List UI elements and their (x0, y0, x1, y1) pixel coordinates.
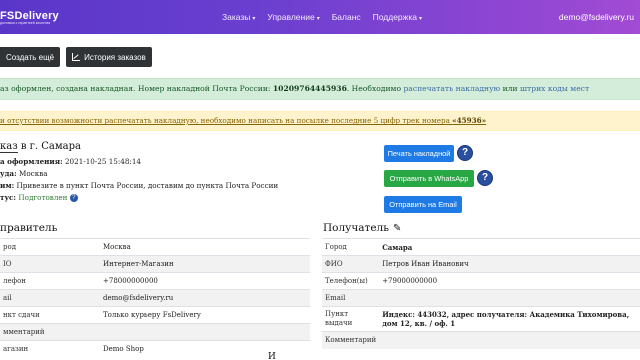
row-label: Комментарий (322, 331, 380, 349)
order-history-label: История заказов (84, 52, 146, 62)
row-value (379, 331, 640, 349)
nav-management[interactable]: Управление ▾ (267, 12, 319, 22)
row-value: Demo Shop (100, 340, 310, 358)
recipient-title: Получатель ✎ (323, 222, 401, 234)
order-title-prefix: каз (0, 141, 18, 153)
order-meta: а оформления: 2021-10-25 15:48:14 уда: М… (0, 156, 278, 204)
table-row: Пункт выдачи Индекс: 443032, адрес получа… (322, 306, 640, 332)
row-value: Петров Иван Иванович (379, 255, 640, 273)
row-value: Только курьеру FsDelivery (100, 306, 310, 324)
main-nav: Заказы ▾ Управление ▾ Баланс Поддержка ▾ (222, 12, 422, 22)
print-waybill-link[interactable]: распечатать накладную (403, 84, 500, 93)
send-whatsapp-button[interactable]: Отправить в WhatsApp (384, 170, 474, 187)
row-label: ail (0, 289, 100, 307)
row-label: агазин (0, 340, 100, 358)
order-date-row: а оформления: 2021-10-25 15:48:14 (0, 156, 278, 168)
order-from-row: уда: Москва (0, 168, 278, 180)
nav-balance[interactable]: Баланс (332, 12, 361, 22)
top-navbar: FSDelivery доставка с гарантией качества… (0, 0, 640, 34)
table-row: род Москва (0, 238, 310, 256)
row-label: Телефон(ы) (322, 272, 380, 290)
warning-alert: и отсутствии возможности распечатать нак… (0, 111, 640, 131)
help-icon[interactable]: ? (477, 170, 493, 186)
create-another-button[interactable]: Создать ещё (0, 47, 61, 67)
row-value: Индекс: 443032, адрес получателя: Академ… (379, 306, 640, 332)
row-label: нкт сдачи (0, 306, 100, 324)
alert-text: аз оформлен, создана накладная. Номер на… (0, 84, 273, 93)
table-row: Телефон(ы) +79000000000 (322, 272, 640, 290)
barcodes-link[interactable]: штрих коды мест (520, 84, 589, 93)
table-row: IO Интернет-Магазин (0, 255, 310, 273)
recipient-title-text: Получатель (323, 222, 389, 234)
row-value: Интернет-Магазин (100, 255, 310, 273)
order-status-row: тус: Подготовлен ? (0, 192, 278, 204)
help-icon[interactable]: ? (457, 145, 473, 161)
meta-label: а оформления: (0, 157, 63, 166)
help-icon[interactable]: ? (69, 194, 78, 202)
meta-label: им: (0, 181, 15, 190)
nav-orders[interactable]: Заказы ▾ (222, 12, 255, 22)
row-label: мментарий (0, 323, 100, 341)
nav-support[interactable]: Поддержка ▾ (373, 12, 422, 22)
status-badge: Подготовлен (16, 193, 68, 202)
success-alert: аз оформлен, создана накладная. Номер на… (0, 78, 640, 100)
chart-icon (72, 53, 81, 61)
row-value: +78000000000 (100, 272, 310, 290)
table-row: лефон +78000000000 (0, 272, 310, 290)
user-email-menu[interactable]: demo@fsdelivery.ru (559, 12, 634, 22)
meta-label: уда: (0, 169, 17, 178)
row-label: лефон (0, 272, 100, 290)
order-history-button[interactable]: История заказов (66, 47, 152, 67)
chevron-down-icon: ▾ (252, 16, 256, 22)
next-section-fragment: И (268, 352, 276, 360)
sender-table: род Москва IO Интернет-Магазин лефон +78000… (0, 238, 310, 358)
meta-value: 2021-10-25 15:48:14 (62, 157, 141, 166)
table-row: ail demo@fsdelivery.ru (0, 289, 310, 307)
row-label: IO (0, 255, 100, 273)
order-mode-row: им: Привезите в пункт Почта России, дост… (0, 180, 278, 192)
warning-text: и отсутствии возможности распечатать нак… (0, 116, 453, 125)
pencil-icon[interactable]: ✎ (393, 223, 401, 234)
meta-value: Москва (16, 169, 48, 178)
order-toolbar: Создать ещё История заказов (0, 47, 152, 67)
alert-text-middle: . Необходимо (346, 84, 404, 93)
table-row: Комментарий (322, 331, 640, 349)
row-label: Пункт выдачи (322, 306, 380, 332)
row-value: +79000000000 (379, 272, 640, 290)
table-row: Город Самара (322, 238, 640, 256)
meta-value: Привезите в пункт Почта России, доставим… (14, 181, 279, 190)
brand-tagline: доставка с гарантией качества (0, 21, 51, 25)
meta-label: тус: (0, 193, 17, 202)
waybill-number: 10209764445936 (272, 84, 347, 93)
table-row: ФИО Петров Иван Иванович (322, 255, 640, 273)
row-value: Самара (379, 238, 640, 256)
chevron-down-icon: ▾ (418, 16, 422, 22)
row-value: demo@fsdelivery.ru (100, 289, 310, 307)
row-label: Город (322, 238, 380, 256)
order-title: каз в г. Самара (0, 141, 81, 153)
track-code: «45936» (452, 116, 487, 125)
order-title-city: в г. Самара (17, 141, 81, 152)
row-label: Email (322, 289, 380, 307)
row-value: Москва (100, 238, 310, 256)
print-waybill-button[interactable]: Печать накладной (384, 145, 454, 162)
recipient-table: Город Самара ФИО Петров Иван Иванович Теле… (322, 238, 640, 349)
table-row: агазин Demo Shop (0, 340, 310, 358)
table-row: мментарий (0, 323, 310, 341)
table-row: нкт сдачи Только курьеру FsDelivery (0, 306, 310, 324)
table-row: Email (322, 289, 640, 307)
row-label: ФИО (322, 255, 380, 273)
send-email-button[interactable]: Отправить на Email (384, 196, 462, 213)
alert-or: или (500, 84, 520, 93)
sender-title: правитель (0, 222, 58, 234)
row-label: род (0, 238, 100, 256)
row-value (379, 289, 640, 307)
row-value (100, 323, 310, 341)
chevron-down-icon: ▾ (316, 16, 320, 22)
